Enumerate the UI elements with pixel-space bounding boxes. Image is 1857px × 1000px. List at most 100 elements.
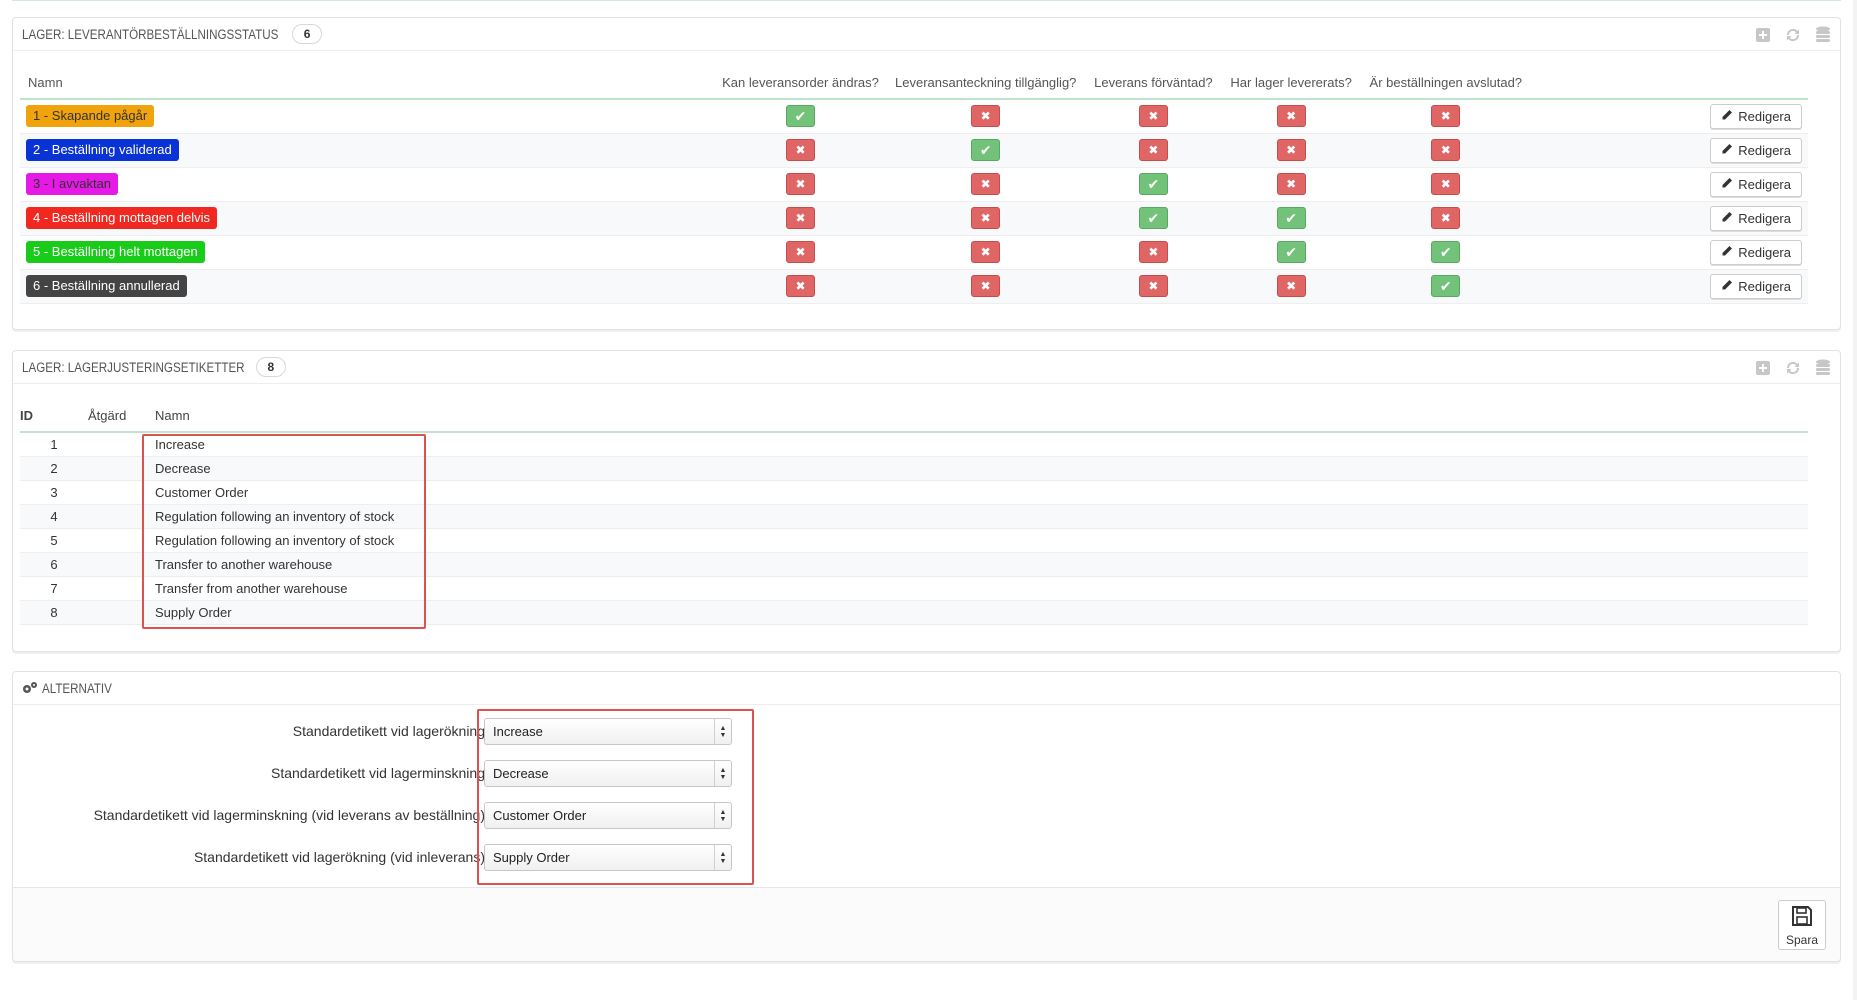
flag-cell: ✖ — [889, 201, 1083, 236]
actions-cell: Redigera — [1533, 201, 1808, 236]
table-row: 7 Transfer from another warehouse — [20, 576, 1808, 601]
select-value: Decrease — [493, 766, 549, 781]
form-row-default-decrease: Standardetikett vid lagerminskning Decre… — [13, 757, 1842, 791]
refresh-icon[interactable] — [1782, 357, 1804, 379]
cross-icon[interactable]: ✖ — [1138, 241, 1168, 263]
stock-movement-labels-table: ID Åtgärd Namn 1 Increase 2 Decrease 3 Custom… — [20, 400, 1808, 625]
label-id: 7 — [20, 576, 88, 601]
label-name: Regulation following an inventory of sto… — [155, 504, 1808, 529]
pencil-icon — [1721, 109, 1733, 124]
check-icon[interactable]: ✔ — [1431, 275, 1461, 297]
save-label: Spara — [1785, 932, 1819, 947]
flag-cell: ✖ — [1224, 99, 1358, 134]
cross-icon[interactable]: ✖ — [1431, 173, 1461, 195]
cross-icon[interactable]: ✖ — [786, 173, 815, 195]
label-id: 5 — [20, 528, 88, 553]
label-action — [88, 552, 155, 577]
flag-cell: ✔ — [1082, 167, 1225, 202]
default-decrease-select[interactable]: Decrease ▲ ▼ — [484, 760, 732, 787]
cross-icon[interactable]: ✖ — [1276, 275, 1306, 297]
check-icon[interactable]: ✔ — [971, 139, 1001, 161]
flag-cell: ✖ — [1082, 99, 1225, 134]
add-icon[interactable] — [1752, 24, 1774, 46]
supply-order-status-table: Namn Kan leveransorder ändras? Leveransa… — [20, 67, 1808, 304]
cross-icon[interactable]: ✖ — [786, 139, 815, 161]
cross-icon[interactable]: ✖ — [1276, 173, 1306, 195]
edit-button[interactable]: Redigera — [1710, 103, 1802, 129]
cross-icon[interactable]: ✖ — [971, 241, 1001, 263]
label-name: Regulation following an inventory of sto… — [155, 528, 1808, 553]
cross-icon[interactable]: ✖ — [1431, 207, 1461, 229]
status-label: 5 - Beställning helt mottagen — [26, 241, 205, 263]
save-button[interactable]: Spara — [1778, 900, 1826, 950]
check-icon[interactable]: ✔ — [1276, 241, 1306, 263]
edit-button[interactable]: Redigera — [1710, 273, 1802, 299]
check-icon[interactable]: ✔ — [1431, 241, 1461, 263]
default-increase-select[interactable]: Increase ▲ ▼ — [484, 718, 732, 745]
options-panel: ALTERNATIV Standardetikett vid lagerökni… — [12, 671, 1841, 962]
column-header-editable: Kan leveransorder ändras? — [712, 67, 889, 100]
table-row: 5 - Beställning helt mottagen ✖ ✖ ✖ ✔ ✔ Redige… — [20, 235, 1808, 270]
cross-icon[interactable]: ✖ — [1431, 139, 1461, 161]
label-id: 1 — [20, 432, 88, 457]
default-decrease-order-select[interactable]: Customer Order ▲ ▼ — [484, 802, 732, 829]
table-row: 1 - Skapande pågår ✔ ✖ ✖ ✖ ✖ Redigera — [20, 99, 1808, 134]
cross-icon[interactable]: ✖ — [971, 105, 1001, 128]
cross-icon[interactable]: ✖ — [971, 207, 1001, 229]
database-icon[interactable] — [1812, 24, 1834, 46]
flag-cell: ✖ — [1082, 269, 1225, 304]
edit-button[interactable]: Redigera — [1710, 239, 1802, 265]
column-header-delivery-note: Leveransanteckning tillgänglig? — [889, 67, 1083, 100]
panel-toolbar — [1752, 24, 1834, 46]
count-badge: 8 — [255, 357, 286, 377]
flag-cell: ✔ — [1082, 201, 1225, 236]
check-icon[interactable]: ✔ — [1276, 207, 1306, 229]
flag-cell: ✖ — [1224, 167, 1358, 202]
select-value: Increase — [493, 724, 543, 739]
column-header-id: ID — [20, 400, 88, 433]
select-arrows-icon: ▲ ▼ — [714, 803, 731, 828]
cross-icon[interactable]: ✖ — [786, 241, 815, 263]
column-header-action: Åtgärd — [88, 400, 155, 433]
cross-icon[interactable]: ✖ — [1138, 139, 1168, 161]
label-id: 8 — [20, 600, 88, 625]
add-icon[interactable] — [1752, 357, 1774, 379]
cross-icon[interactable]: ✖ — [786, 207, 815, 229]
flag-cell: ✖ — [712, 201, 889, 236]
flag-cell: ✖ — [712, 235, 889, 270]
table-row: 4 - Beställning mottagen delvis ✖ ✖ ✔ ✔ ✖ Redi… — [20, 201, 1808, 236]
cross-icon[interactable]: ✖ — [1138, 275, 1168, 297]
edit-button[interactable]: Redigera — [1710, 205, 1802, 231]
flag-cell: ✔ — [1357, 235, 1534, 270]
cross-icon[interactable]: ✖ — [971, 275, 1001, 297]
column-header-actions — [1533, 67, 1808, 100]
scrollbar-track[interactable] — [1853, 0, 1857, 1000]
table-header-row: Namn Kan leveransorder ändras? Leveransa… — [20, 67, 1808, 100]
check-icon[interactable]: ✔ — [1138, 207, 1168, 229]
refresh-icon[interactable] — [1782, 24, 1804, 46]
flag-cell: ✖ — [1357, 99, 1534, 134]
table-row: 6 - Beställning annullerad ✖ ✖ ✖ ✖ ✔ Redigera — [20, 269, 1808, 304]
cross-icon[interactable]: ✖ — [1431, 105, 1461, 128]
top-divider — [12, 0, 1841, 1]
database-icon[interactable] — [1812, 357, 1834, 379]
check-icon[interactable]: ✔ — [1138, 173, 1168, 195]
check-icon[interactable]: ✔ — [786, 105, 815, 128]
floppy-disk-icon — [1790, 904, 1814, 931]
label-action — [88, 528, 155, 553]
cross-icon[interactable]: ✖ — [971, 173, 1001, 195]
cross-icon[interactable]: ✖ — [1138, 105, 1168, 128]
table-header-row: ID Åtgärd Namn — [20, 400, 1808, 433]
edit-button[interactable]: Redigera — [1710, 171, 1802, 197]
actions-cell: Redigera — [1533, 99, 1808, 134]
default-increase-delivery-select[interactable]: Supply Order ▲ ▼ — [484, 844, 732, 871]
cross-icon[interactable]: ✖ — [1276, 139, 1306, 161]
select-value: Supply Order — [493, 850, 570, 865]
label-id: 3 — [20, 480, 88, 505]
flag-cell: ✖ — [889, 235, 1083, 270]
flag-cell: ✖ — [1357, 133, 1534, 168]
edit-button[interactable]: Redigera — [1710, 137, 1802, 163]
cross-icon[interactable]: ✖ — [1276, 105, 1306, 128]
cross-icon[interactable]: ✖ — [786, 275, 815, 297]
edit-label: Redigera — [1738, 108, 1791, 124]
